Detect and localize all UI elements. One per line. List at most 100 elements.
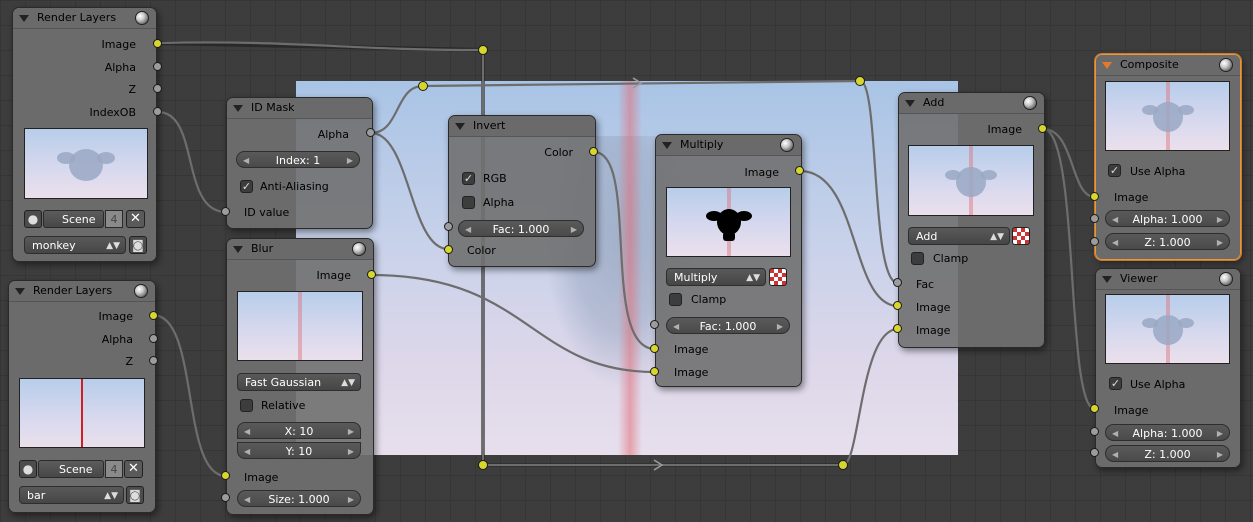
socket-alpha-out[interactable] (366, 128, 375, 137)
socket-color-out[interactable] (589, 147, 598, 156)
use-alpha-checkbox[interactable]: ✓ (1108, 164, 1121, 177)
socket-image-in-1[interactable] (650, 344, 659, 353)
node-header[interactable]: ID Mask (227, 98, 372, 119)
socket-image-in-1[interactable] (893, 301, 902, 310)
triangle-down-icon[interactable] (455, 122, 465, 130)
rgb-checkbox[interactable]: ✓ (462, 172, 475, 185)
x-icon[interactable]: ✕ (124, 460, 143, 478)
socket-image-in-2[interactable] (650, 367, 659, 376)
output-label: Image (744, 166, 779, 179)
node-header[interactable]: Multiply (656, 135, 801, 156)
node-header[interactable]: Viewer (1096, 269, 1240, 290)
triangle-down-icon[interactable] (1102, 275, 1112, 283)
alpha-field[interactable]: ◀ Alpha: 1.000 ▶ (1105, 210, 1230, 227)
socket-fac-in[interactable] (444, 222, 453, 231)
socket-alpha-out[interactable] (153, 62, 162, 71)
socket-size-in[interactable] (221, 493, 230, 502)
clamp-checkbox[interactable] (911, 252, 924, 265)
size-x-field[interactable]: ◀ X: 10 ▶ (237, 422, 361, 439)
scene-field[interactable]: Scene (38, 460, 104, 478)
checker-icon[interactable] (769, 268, 787, 286)
output-label: Image (101, 38, 136, 51)
camera-icon[interactable]: ◙ (129, 236, 147, 254)
sphere-icon[interactable] (135, 11, 149, 25)
z-field[interactable]: ◀ Z: 1.000 ▶ (1105, 445, 1230, 462)
socket-image-out[interactable] (153, 39, 162, 48)
anti-aliasing-checkbox[interactable]: ✓ (240, 180, 253, 193)
node-header[interactable]: Composite (1096, 55, 1240, 76)
socket-z-out[interactable] (149, 356, 158, 365)
multiply-node[interactable]: Multiply Image Multiply ▲▼ Clamp ◀ Fac: 1.… (655, 134, 802, 387)
blur-node[interactable]: Blur Image Fast Gaussian ▲▼ Relative ◀ X: … (226, 238, 374, 515)
camera-icon[interactable]: ◙ (126, 486, 144, 504)
alpha-checkbox[interactable] (462, 196, 475, 209)
blend-mode-dropdown[interactable]: Add ▲▼ (908, 227, 1010, 245)
blend-mode-dropdown[interactable]: Multiply ▲▼ (666, 268, 766, 286)
triangle-down-icon[interactable] (1102, 61, 1112, 69)
socket-image-out[interactable] (1038, 124, 1047, 133)
socket-image-in[interactable] (221, 471, 230, 480)
checker-icon[interactable] (1012, 227, 1030, 245)
node-header[interactable]: Add (899, 93, 1044, 114)
node-preview (24, 128, 148, 199)
sphere-icon[interactable] (1023, 96, 1037, 110)
use-alpha-checkbox[interactable]: ✓ (1109, 377, 1122, 390)
input-label: Image (1114, 191, 1149, 204)
socket-alpha-in[interactable] (1090, 427, 1099, 436)
sphere-icon[interactable] (1219, 58, 1233, 72)
triangle-down-icon[interactable] (233, 245, 243, 253)
socket-fac-in[interactable] (893, 278, 902, 287)
socket-image-in[interactable] (1090, 192, 1099, 201)
x-icon[interactable]: ✕ (126, 210, 145, 228)
id-mask-node[interactable]: ID Mask Alpha ◀ Index: 1 ▶ ✓ Anti-Aliasing… (226, 97, 373, 229)
size-y-field[interactable]: ◀ Y: 10 ▶ (237, 442, 361, 459)
size-field[interactable]: ◀ Size: 1.000 ▶ (237, 490, 361, 507)
node-header[interactable]: Render Layers (9, 281, 155, 302)
scene-icon[interactable]: ● (24, 210, 42, 228)
socket-z-out[interactable] (153, 84, 162, 93)
socket-image-out[interactable] (795, 166, 804, 175)
viewer-node[interactable]: Viewer ✓ Use Alpha Image ◀ Alpha: 1.000 ▶ … (1095, 268, 1241, 468)
socket-z-in[interactable] (1090, 448, 1099, 457)
node-header[interactable]: Render Layers (13, 8, 156, 29)
sphere-icon[interactable] (134, 284, 148, 298)
triangle-down-icon[interactable] (905, 99, 915, 107)
node-header[interactable]: Blur (227, 239, 373, 260)
triangle-down-icon[interactable] (19, 14, 29, 22)
sphere-icon[interactable] (1219, 272, 1233, 286)
node-header[interactable]: Invert (449, 116, 595, 137)
socket-image-out[interactable] (149, 311, 158, 320)
triangle-down-icon[interactable] (15, 287, 25, 295)
index-field[interactable]: ◀ Index: 1 ▶ (236, 151, 360, 168)
sphere-icon[interactable] (780, 138, 794, 152)
socket-color-in[interactable] (444, 245, 453, 254)
socket-fac-in[interactable] (650, 320, 659, 329)
composite-node[interactable]: Composite ✓ Use Alpha Image ◀ Alpha: 1.00… (1095, 54, 1241, 260)
z-field[interactable]: ◀ Z: 1.000 ▶ (1105, 233, 1230, 250)
scene-icon[interactable]: ● (19, 460, 37, 478)
layer-dropdown[interactable]: monkey ▲▼ (24, 236, 126, 254)
socket-id-value-in[interactable] (221, 207, 230, 216)
render-layers-node-1[interactable]: Render Layers Image Alpha Z IndexOB ● Sc… (12, 7, 157, 262)
socket-alpha-out[interactable] (149, 334, 158, 343)
socket-image-in[interactable] (1090, 404, 1099, 413)
invert-node[interactable]: Invert Color ✓ RGB Alpha ◀ Fac: 1.000 ▶ Co… (448, 115, 596, 267)
socket-image-out[interactable] (367, 270, 376, 279)
fac-field[interactable]: ◀ Fac: 1.000 ▶ (666, 317, 790, 334)
render-layers-node-2[interactable]: Render Layers Image Alpha Z ● Scene 4 ✕ … (8, 280, 156, 513)
filter-type-dropdown[interactable]: Fast Gaussian ▲▼ (237, 373, 361, 391)
socket-z-in[interactable] (1090, 237, 1099, 246)
triangle-down-icon[interactable] (233, 104, 243, 112)
add-node[interactable]: Add Image Add ▲▼ Clamp Fac Image Image (898, 92, 1045, 348)
clamp-checkbox[interactable] (669, 293, 682, 306)
layer-dropdown[interactable]: bar ▲▼ (19, 486, 124, 504)
triangle-down-icon[interactable] (662, 141, 672, 149)
fac-field[interactable]: ◀ Fac: 1.000 ▶ (458, 220, 584, 237)
sphere-icon[interactable] (352, 242, 366, 256)
socket-image-in-2[interactable] (893, 324, 902, 333)
socket-indexob-out[interactable] (153, 107, 162, 116)
alpha-field[interactable]: ◀ Alpha: 1.000 ▶ (1105, 424, 1230, 441)
socket-alpha-in[interactable] (1090, 214, 1099, 223)
relative-checkbox[interactable] (240, 399, 253, 412)
scene-field[interactable]: Scene (43, 210, 104, 228)
